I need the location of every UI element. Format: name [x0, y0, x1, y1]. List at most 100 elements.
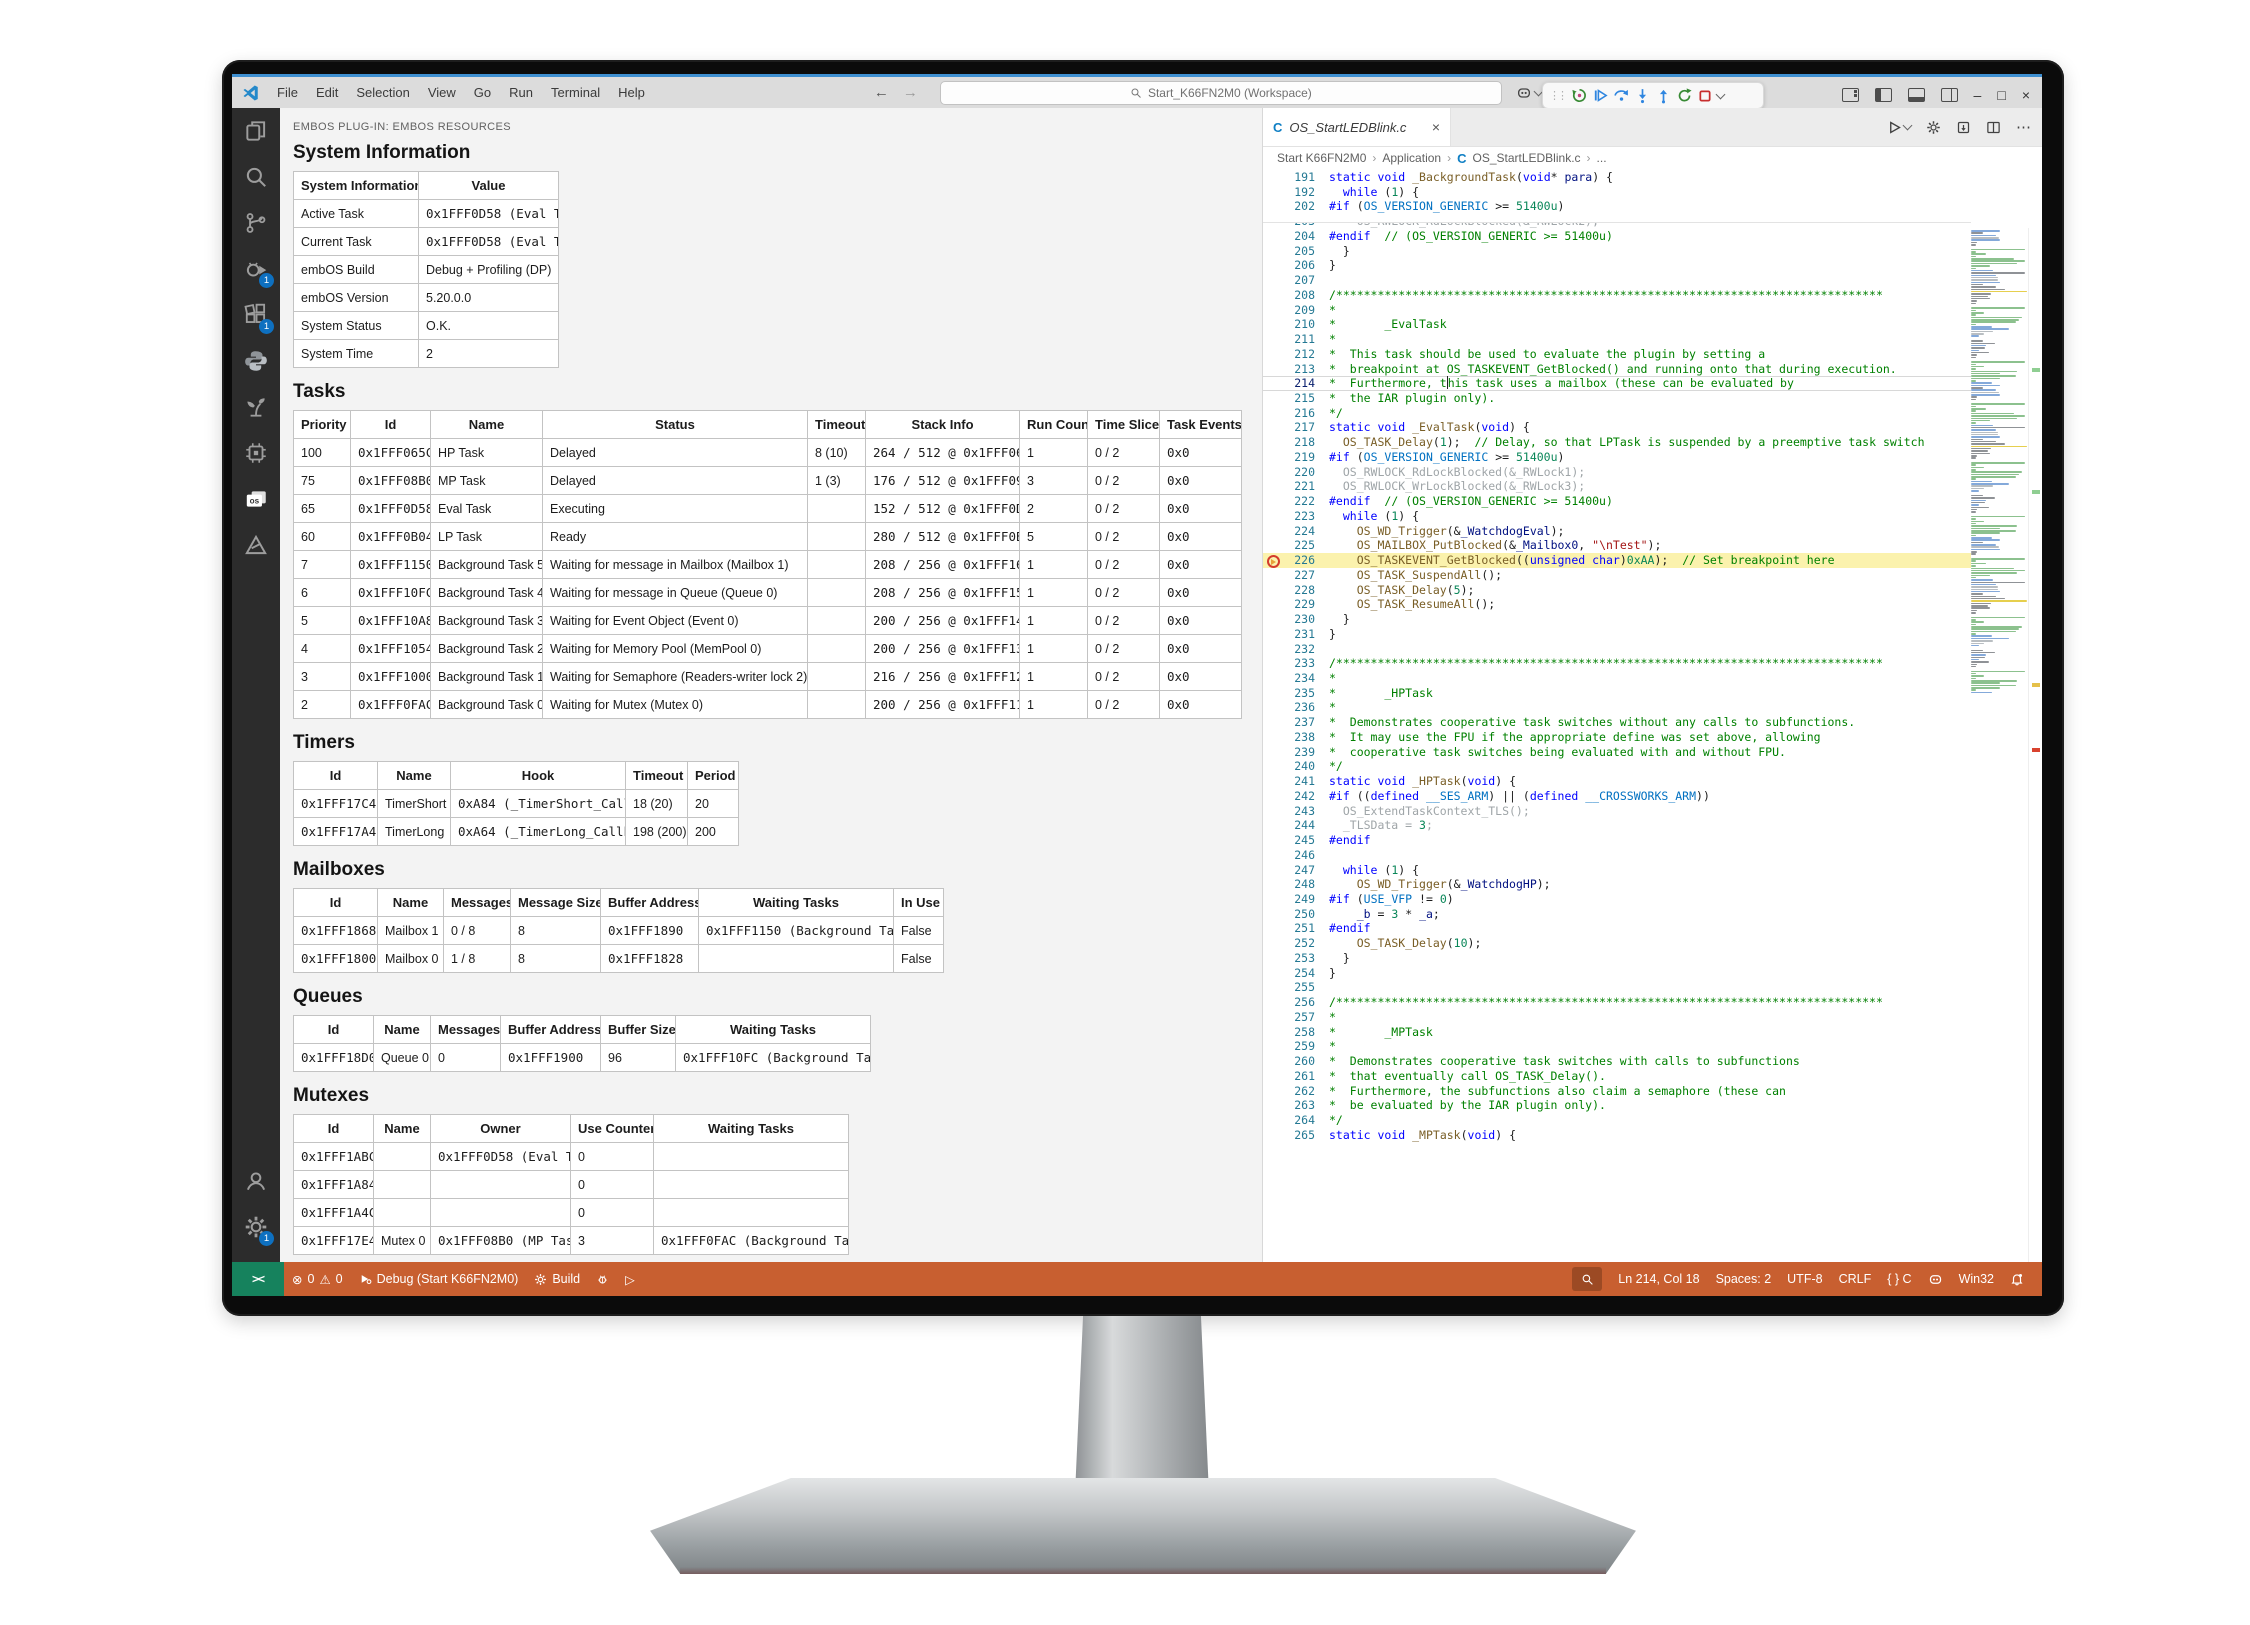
toggle-panel-icon[interactable] — [1908, 88, 1925, 102]
line-number[interactable]: 242 — [1263, 789, 1329, 804]
line-number[interactable]: 255 — [1263, 980, 1329, 995]
code-line[interactable]: 212* This task should be used to evaluat… — [1263, 347, 1971, 362]
code-line[interactable]: 236* — [1263, 700, 1971, 715]
command-search-input[interactable]: Start_K66FN2M0 (Workspace) — [940, 81, 1502, 105]
line-number[interactable]: 235 — [1263, 686, 1329, 701]
code-line[interactable]: 234* — [1263, 671, 1971, 686]
code-line[interactable]: 259* — [1263, 1039, 1971, 1054]
line-number[interactable]: 236 — [1263, 700, 1329, 715]
line-number[interactable]: 217 — [1263, 420, 1329, 435]
tab-close-icon[interactable]: × — [1432, 119, 1440, 135]
code-line[interactable]: 255 — [1263, 980, 1971, 995]
line-number[interactable]: 239 — [1263, 745, 1329, 760]
encoding-status[interactable]: UTF-8 — [1779, 1272, 1830, 1286]
platform-status[interactable]: Win32 — [1951, 1272, 2002, 1286]
code-line[interactable]: 205 } — [1263, 244, 1971, 259]
line-number[interactable]: 192 — [1263, 185, 1329, 200]
line-number[interactable]: 240 — [1263, 759, 1329, 774]
activitybar-item-memory-chip[interactable] — [232, 430, 280, 476]
code-line[interactable]: 229 OS_TASK_ResumeAll(); — [1263, 597, 1971, 612]
code-line[interactable]: 258* _MPTask — [1263, 1025, 1971, 1040]
split-editor-icon[interactable] — [1986, 120, 2001, 135]
line-number[interactable]: 238 — [1263, 730, 1329, 745]
search-status-button[interactable] — [1572, 1267, 1602, 1291]
code-line[interactable]: 256/************************************… — [1263, 995, 1971, 1010]
activitybar-item-settings[interactable]: 1 — [232, 1204, 280, 1250]
code-line[interactable]: 206} — [1263, 258, 1971, 273]
code-line[interactable]: 250 _b = 3 * _a; — [1263, 907, 1971, 922]
line-number[interactable]: 211 — [1263, 332, 1329, 347]
activitybar-item-account[interactable] — [232, 1158, 280, 1204]
activitybar-item-search[interactable] — [232, 154, 280, 200]
line-number[interactable]: 223 — [1263, 509, 1329, 524]
minimap[interactable] — [1971, 230, 2029, 1262]
tab-os-startledblink[interactable]: C OS_StartLEDBlink.c × — [1263, 108, 1451, 146]
line-number[interactable]: 262 — [1263, 1084, 1329, 1099]
more-actions-icon[interactable]: ⋯ — [2016, 118, 2031, 136]
line-number[interactable]: 254 — [1263, 966, 1329, 981]
line-number[interactable]: 205 — [1263, 244, 1329, 259]
line-number[interactable]: 249 — [1263, 892, 1329, 907]
code-line[interactable]: 242#if ((defined __SES_ARM) || (defined … — [1263, 789, 1971, 804]
code-line[interactable]: 213* breakpoint at OS_TASKEVENT_GetBlock… — [1263, 362, 1971, 377]
line-number[interactable]: 227 — [1263, 568, 1329, 583]
code-line[interactable]: 257* — [1263, 1010, 1971, 1025]
code-line[interactable]: 240*/ — [1263, 759, 1971, 774]
toggle-sidebar-icon[interactable] — [1875, 88, 1892, 102]
line-number[interactable]: 265 — [1263, 1128, 1329, 1143]
code-line[interactable]: 232 — [1263, 642, 1971, 657]
line-number[interactable]: 250 — [1263, 907, 1329, 922]
line-number[interactable]: 219 — [1263, 450, 1329, 465]
activitybar-item-extensions[interactable]: 1 — [232, 292, 280, 338]
activitybar-item-source-control[interactable] — [232, 200, 280, 246]
code-line[interactable]: 237* Demonstrates cooperative task switc… — [1263, 715, 1971, 730]
code-line[interactable]: 239* cooperative task switches being eva… — [1263, 745, 1971, 760]
code-line[interactable]: 208/************************************… — [1263, 288, 1971, 303]
code-line[interactable]: 222#endif // (OS_VERSION_GENERIC >= 5140… — [1263, 494, 1971, 509]
code-line[interactable]: 247 while (1) { — [1263, 863, 1971, 878]
line-number[interactable]: 253 — [1263, 951, 1329, 966]
line-number[interactable]: 263 — [1263, 1098, 1329, 1113]
code-line[interactable]: 263* be evaluated by the IAR plugin only… — [1263, 1098, 1971, 1113]
line-number[interactable]: 221 — [1263, 479, 1329, 494]
problems-status[interactable]: ⊗0 ⚠0 — [284, 1262, 351, 1296]
menu-run[interactable]: Run — [500, 78, 542, 108]
build-button[interactable]: Build — [526, 1262, 588, 1296]
code-line[interactable]: 246 — [1263, 848, 1971, 863]
back-arrow-icon[interactable]: ← — [874, 84, 889, 101]
code-line[interactable]: 244 _TLSData = 3; — [1263, 818, 1971, 833]
code-line[interactable]: 214* Furthermore, this task uses a mailb… — [1263, 376, 1971, 391]
line-number[interactable]: 244 — [1263, 818, 1329, 833]
code-line[interactable]: 245#endif — [1263, 833, 1971, 848]
code-line[interactable]: 264*/ — [1263, 1113, 1971, 1128]
restart-button[interactable] — [1676, 87, 1693, 104]
language-mode[interactable]: { } C — [1879, 1272, 1919, 1286]
code-line[interactable]: 241static void _HPTask(void) { — [1263, 774, 1971, 789]
activitybar-item-embos[interactable]: os — [232, 476, 280, 522]
line-number[interactable]: 233 — [1263, 656, 1329, 671]
notifications-button[interactable] — [2002, 1272, 2032, 1286]
line-number[interactable]: 206 — [1263, 258, 1329, 273]
code-line[interactable]: 231} — [1263, 627, 1971, 642]
code-line[interactable]: 260* Demonstrates cooperative task switc… — [1263, 1054, 1971, 1069]
code-line[interactable]: 248 OS_WD_Trigger(&_WatchdogHP); — [1263, 877, 1971, 892]
line-number[interactable]: 210 — [1263, 317, 1329, 332]
code-line[interactable]: 233/************************************… — [1263, 656, 1971, 671]
menu-view[interactable]: View — [419, 78, 465, 108]
line-number[interactable]: 245 — [1263, 833, 1329, 848]
code-line[interactable]: 220 OS_RWLOCK_RdLockBlocked(&_RWLock1); — [1263, 465, 1971, 480]
gear-icon[interactable] — [1926, 120, 1941, 135]
code-line[interactable]: 262* Furthermore, the subfunctions also … — [1263, 1084, 1971, 1099]
code-line[interactable]: 215* the IAR plugin only). — [1263, 391, 1971, 406]
code-line[interactable]: 249#if (USE_VFP != 0) — [1263, 892, 1971, 907]
close-button[interactable]: × — [2022, 87, 2030, 103]
line-number[interactable]: 246 — [1263, 848, 1329, 863]
forward-arrow-icon[interactable]: → — [903, 84, 918, 101]
breadcrumb-item[interactable]: Application — [1382, 151, 1441, 165]
menu-edit[interactable]: Edit — [307, 78, 347, 108]
code-line[interactable]: 230 } — [1263, 612, 1971, 627]
copilot-status[interactable] — [1920, 1272, 1951, 1287]
code-line[interactable]: 209* — [1263, 303, 1971, 318]
remote-indicator[interactable]: >< — [232, 1262, 284, 1296]
breadcrumb-item[interactable]: OS_StartLEDBlink.c — [1472, 151, 1580, 165]
